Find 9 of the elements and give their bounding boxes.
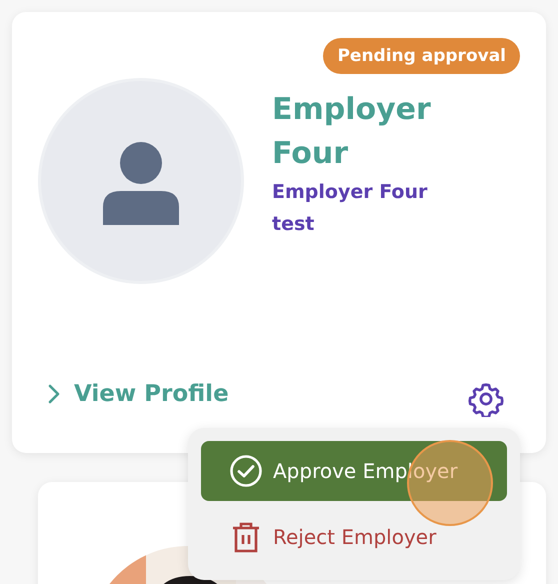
settings-icon[interactable] [468, 381, 504, 417]
employer-name: Employer Four [272, 91, 432, 173]
view-profile-link[interactable]: View Profile [48, 381, 229, 407]
reject-button[interactable]: Reject Employer [201, 507, 507, 567]
status-badge: Pending approval [323, 38, 520, 74]
company-name: Employer Four test [272, 180, 428, 237]
approve-button[interactable]: Approve Employer [201, 441, 507, 501]
check-circle-icon [229, 454, 263, 488]
chevron-icon [48, 384, 60, 404]
